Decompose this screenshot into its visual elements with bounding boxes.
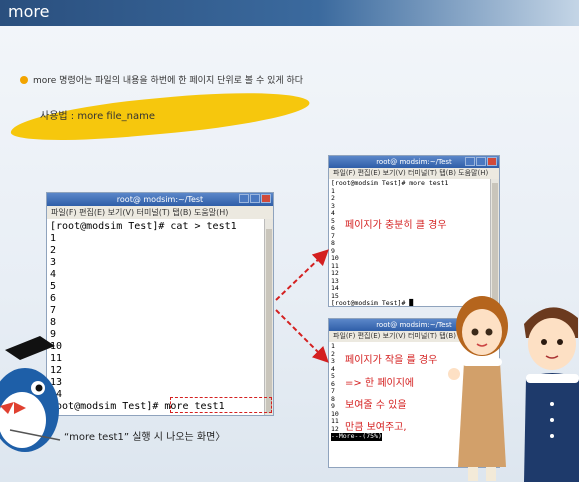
red-arrow-icon [275,309,329,363]
girl-character-icon [448,296,508,481]
figure-caption: “more test1” 실행 시 나오는 화면〉 [64,432,226,443]
man-character-icon [524,307,579,482]
penguin-mascot-icon [0,336,61,452]
red-arrow-icon [275,249,329,301]
